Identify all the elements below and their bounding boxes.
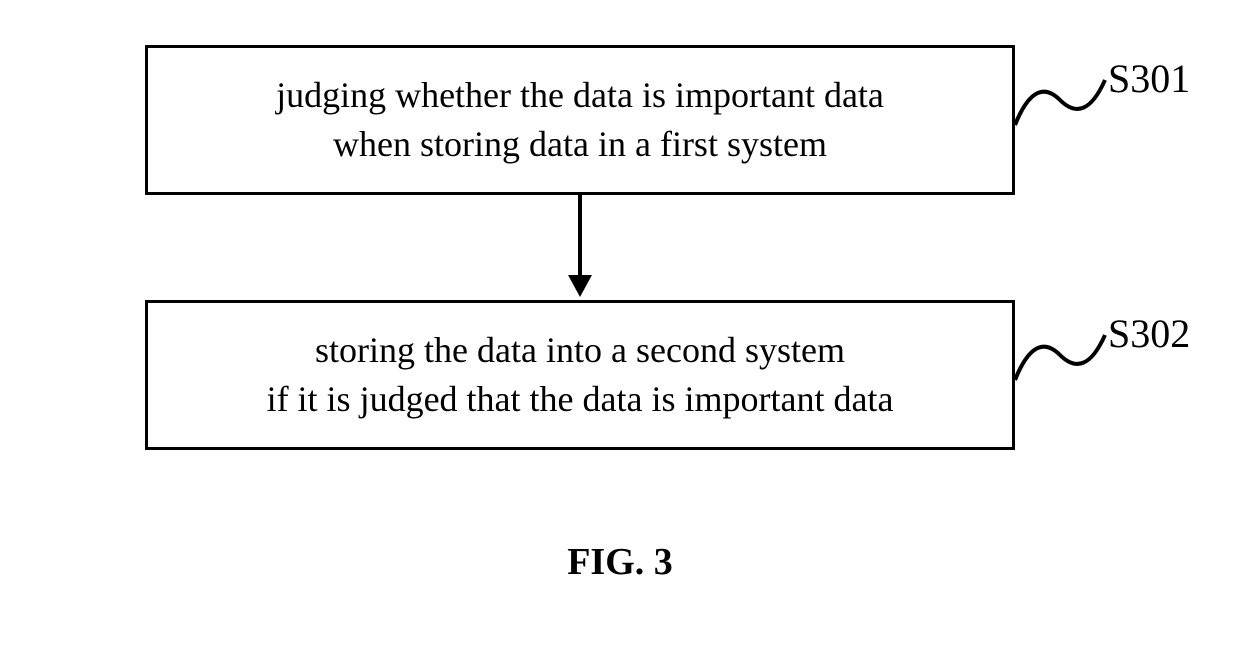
step-s302-line2: if it is judged that the data is importa… — [267, 375, 894, 424]
step-label-s301: S301 — [1108, 55, 1190, 102]
figure-caption: FIG. 3 — [567, 540, 673, 584]
step-box-s302: storing the data into a second system if… — [145, 300, 1015, 450]
step-s301-line1: judging whether the data is important da… — [276, 71, 884, 120]
step-s301-line2: when storing data in a first system — [333, 120, 827, 169]
arrow-s301-to-s302 — [578, 195, 582, 277]
step-box-s301: judging whether the data is important da… — [145, 45, 1015, 195]
squiggle-s302 — [1015, 325, 1110, 385]
arrow-head-s301-to-s302 — [568, 275, 592, 297]
step-s302-line1: storing the data into a second system — [315, 326, 845, 375]
step-label-s302: S302 — [1108, 310, 1190, 357]
squiggle-s301 — [1015, 70, 1110, 130]
flowchart-canvas: judging whether the data is important da… — [0, 0, 1240, 665]
